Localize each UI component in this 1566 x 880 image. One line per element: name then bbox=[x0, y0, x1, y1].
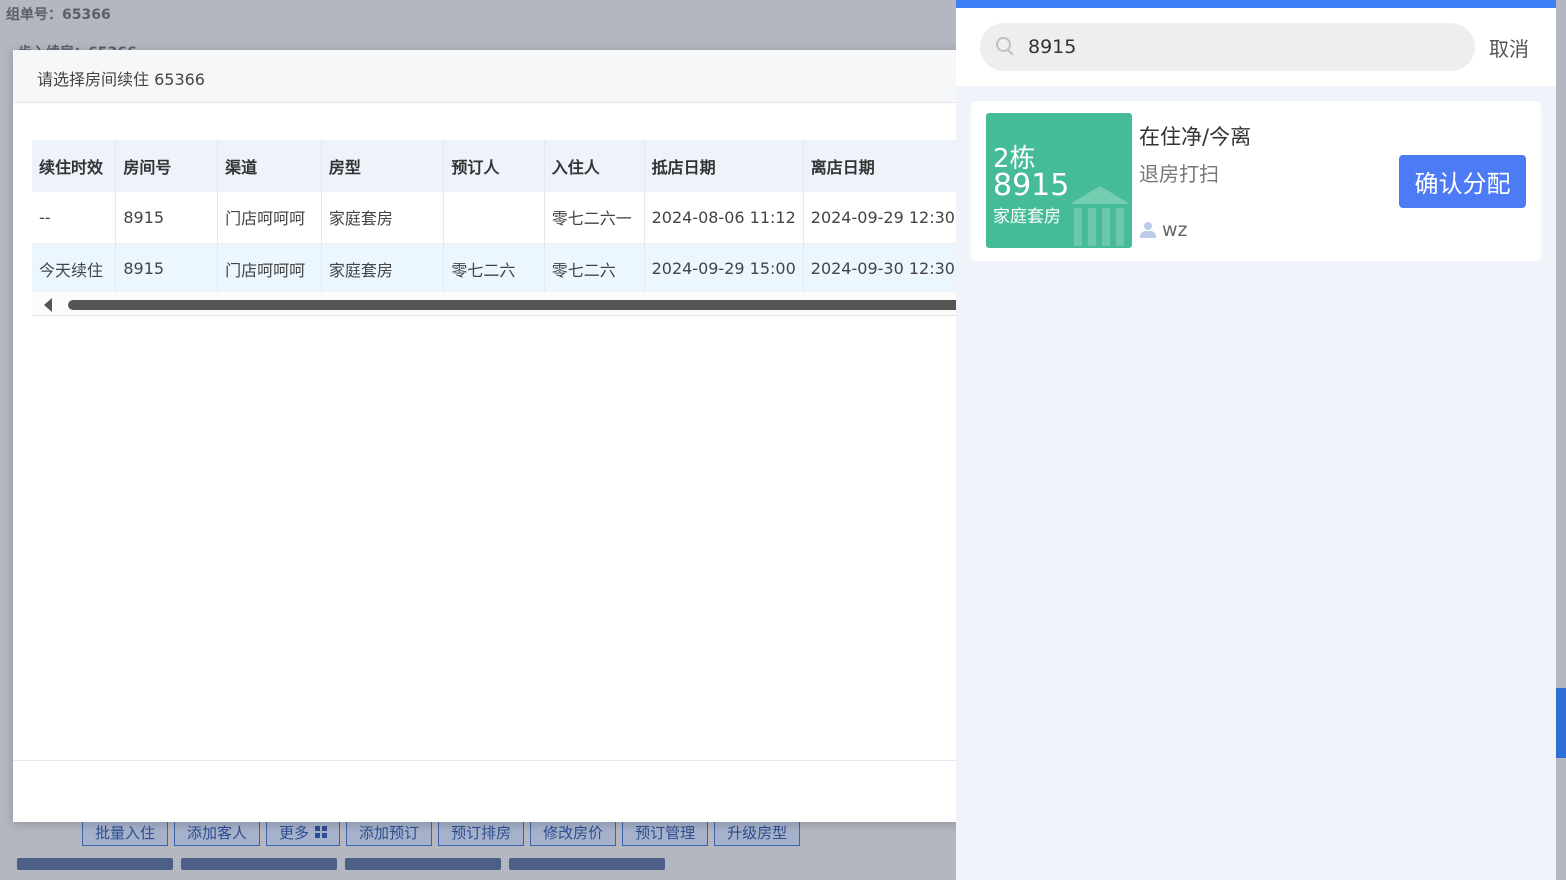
search-bar: 取消 bbox=[956, 8, 1556, 86]
modify-price-button[interactable]: 修改房价 bbox=[530, 818, 617, 846]
col-header: 渠道 bbox=[217, 140, 322, 192]
more-button[interactable]: 更多 bbox=[266, 818, 341, 846]
table-header-row: 续住时效 房间号 渠道 房型 预订人 入住人 抵店日期 离店日期 bbox=[32, 140, 963, 192]
col-header: 入住人 bbox=[544, 140, 645, 192]
room-tile: 2栋 8915 家庭套房 bbox=[986, 113, 1132, 248]
room-number: 8915 bbox=[993, 168, 1070, 203]
search-box[interactable] bbox=[980, 23, 1475, 71]
modal-title: 请选择房间续住 65366 bbox=[13, 50, 963, 103]
background-toolbar: 批量入住 添加客人 更多 添加预订 预订排房 修改房价 预订管理 升级房型 bbox=[82, 818, 801, 846]
extend-stay-modal: 请选择房间续住 65366 续住时效 房间号 渠道 房型 预订人 入住人 抵店日… bbox=[13, 50, 968, 822]
table-row[interactable]: 今天续住 8915 门店呵呵呵 家庭套房 零七二六 零七二六 2024-09-2… bbox=[32, 243, 963, 295]
confirm-assign-button[interactable]: 确认分配 bbox=[1399, 155, 1526, 208]
col-header: 房间号 bbox=[115, 140, 219, 192]
order-number: 组单号：65366 bbox=[6, 7, 111, 23]
table-row[interactable]: -- 8915 门店呵呵呵 家庭套房 零七二六一 2024-08-06 11:1… bbox=[32, 192, 963, 244]
col-header: 预订人 bbox=[443, 140, 545, 192]
reservation-room-button[interactable]: 预订排房 bbox=[438, 818, 525, 846]
col-header: 离店日期 bbox=[803, 140, 963, 192]
room-user-name: wz bbox=[1162, 219, 1188, 241]
add-guest-button[interactable]: 添加客人 bbox=[174, 818, 261, 846]
user-icon bbox=[1139, 221, 1157, 239]
grid-icon bbox=[315, 826, 328, 838]
search-input[interactable] bbox=[1028, 36, 1448, 58]
add-reservation-button[interactable]: 添加预订 bbox=[346, 818, 433, 846]
horizontal-scrollbar[interactable] bbox=[32, 292, 968, 316]
background-bottom-bars bbox=[17, 858, 665, 870]
upgrade-room-button[interactable]: 升级房型 bbox=[714, 818, 801, 846]
room-user: wz bbox=[1139, 219, 1188, 241]
room-search-panel: 取消 2栋 8915 家庭套房 在住净/今离 退房打扫 wz 确认分配 bbox=[956, 0, 1556, 880]
cancel-button[interactable]: 取消 bbox=[1489, 33, 1529, 62]
scroll-left-arrow-icon[interactable] bbox=[44, 298, 52, 312]
batch-checkin-button[interactable]: 批量入住 bbox=[82, 818, 169, 846]
col-header: 抵店日期 bbox=[644, 140, 804, 192]
col-header: 房型 bbox=[321, 140, 445, 192]
building-icon bbox=[1070, 186, 1130, 246]
scroll-thumb[interactable] bbox=[68, 300, 968, 310]
room-type: 家庭套房 bbox=[993, 207, 1061, 227]
background-edge-button bbox=[1556, 688, 1566, 758]
stay-table: 续住时效 房间号 渠道 房型 预订人 入住人 抵店日期 离店日期 -- 8915… bbox=[32, 140, 963, 295]
modal-footer bbox=[13, 760, 963, 822]
room-card[interactable]: 2栋 8915 家庭套房 在住净/今离 退房打扫 wz 确认分配 bbox=[971, 101, 1541, 261]
search-icon bbox=[996, 37, 1016, 57]
reservation-manage-button[interactable]: 预订管理 bbox=[622, 818, 709, 846]
room-status: 在住净/今离 bbox=[1139, 125, 1252, 149]
room-clean-status: 退房打扫 bbox=[1139, 162, 1219, 186]
col-header: 续住时效 bbox=[32, 140, 117, 192]
